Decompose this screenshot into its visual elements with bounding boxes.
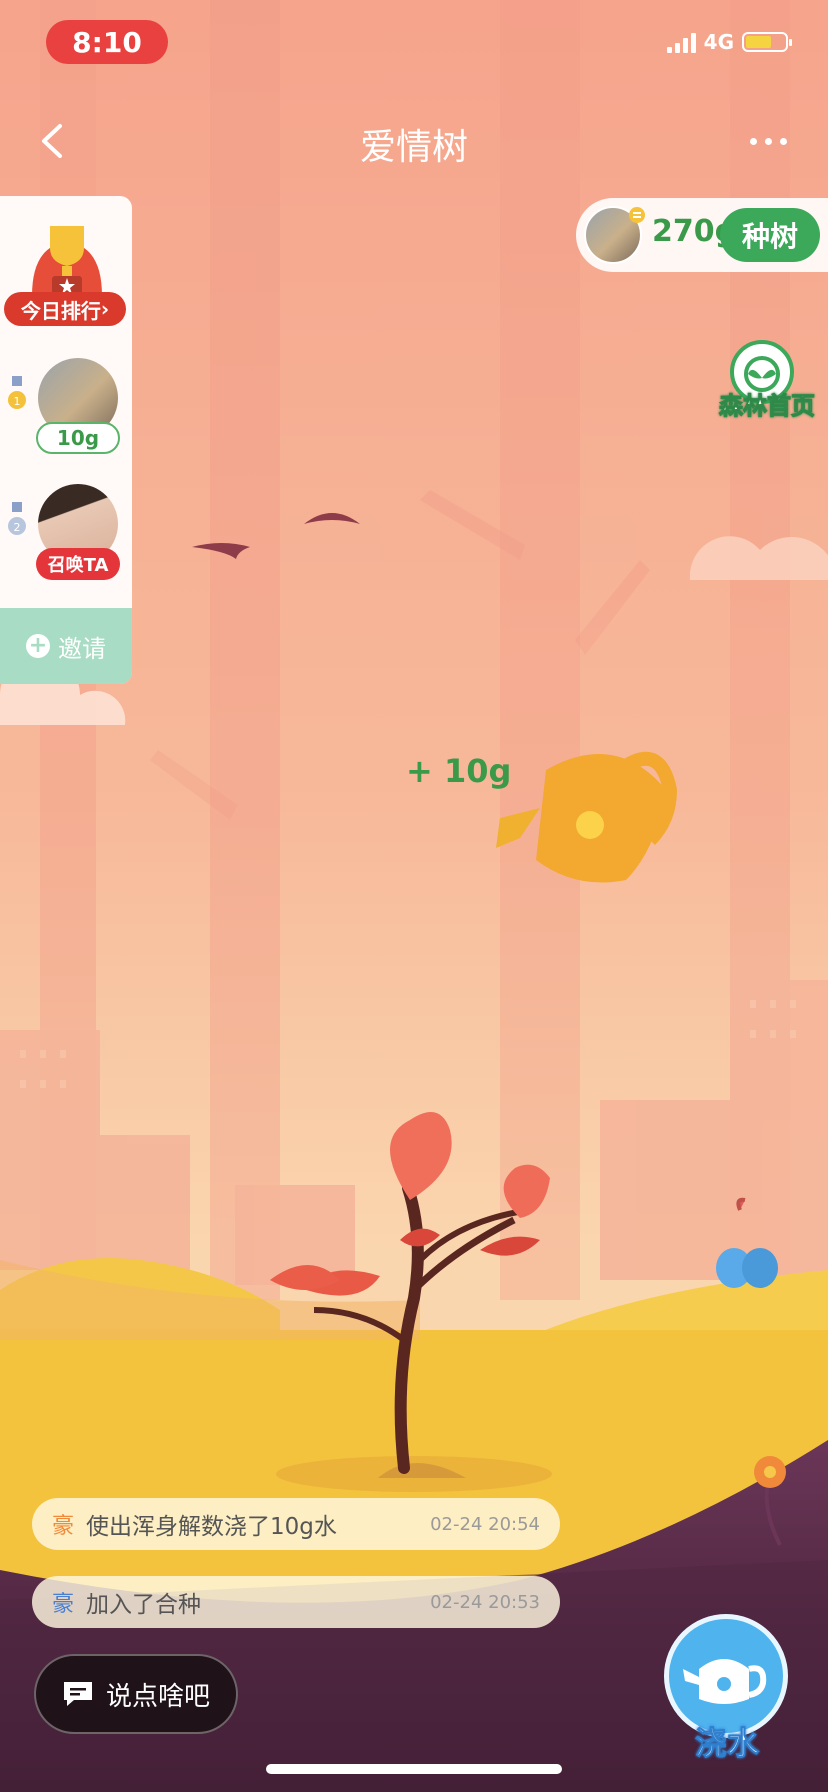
ranking-panel: 今日排行 › 1 10g 2 召唤TA + 邀请 <box>0 196 132 684</box>
user-energy-chip: 270g 种树 <box>576 198 828 272</box>
more-dots-icon <box>749 137 757 145</box>
message-time: 02-24 20:54 <box>430 1513 540 1535</box>
message-author-tag: 豪 <box>52 1592 75 1617</box>
status-time: 8:10 <box>46 20 168 64</box>
plus-icon: + <box>26 634 50 658</box>
page-title: 爱情树 <box>359 127 468 168</box>
chat-placeholder: 说点啥吧 <box>105 1681 210 1712</box>
summon-button[interactable]: 召唤TA <box>36 548 120 580</box>
chat-input-button[interactable]: 说点啥吧 <box>34 1654 238 1734</box>
member-1-grams: 10g <box>36 422 120 454</box>
water-button-label[interactable]: 浇水 <box>662 1718 792 1764</box>
svg-text:2: 2 <box>14 521 21 534</box>
chat-bubble-icon <box>63 1682 92 1706</box>
trophy-icon <box>32 226 102 296</box>
energy-badge-icon <box>629 207 645 223</box>
message-item: 豪 使出浑身解数浇了10g水 02-24 20:54 <box>32 1498 560 1550</box>
status-bar-indicators: 4G <box>666 30 792 54</box>
message-item: 豪 加入了合种 02-24 20:53 <box>32 1576 560 1628</box>
rank-1-medal-icon: 1 <box>8 376 26 409</box>
water-gain-text: + 10g <box>406 752 512 790</box>
battery-icon <box>742 32 792 52</box>
signal-icon <box>666 31 696 53</box>
more-button[interactable] <box>738 126 798 156</box>
message-text: 使出浑身解数浇了10g水 <box>86 1514 337 1540</box>
home-indicator <box>266 1764 562 1774</box>
svg-text:1: 1 <box>14 395 21 408</box>
invite-button[interactable]: + 邀请 <box>0 608 132 684</box>
network-label: 4G <box>703 30 734 54</box>
forest-home-label[interactable]: 森林首页 <box>712 386 822 421</box>
watering-can-icon <box>683 1659 767 1704</box>
message-time: 02-24 20:53 <box>430 1591 540 1613</box>
rank-2-medal-icon: 2 <box>8 502 26 535</box>
message-text: 加入了合种 <box>86 1592 202 1618</box>
today-rank-label: 今日排行 <box>20 298 101 323</box>
invite-label: 邀请 <box>58 634 106 663</box>
message-author-tag: 豪 <box>52 1514 75 1539</box>
today-rank-button[interactable]: 今日排行 › <box>4 292 126 326</box>
plant-tree-button[interactable]: 种树 <box>720 208 820 262</box>
chevron-right-icon: › <box>100 297 110 321</box>
